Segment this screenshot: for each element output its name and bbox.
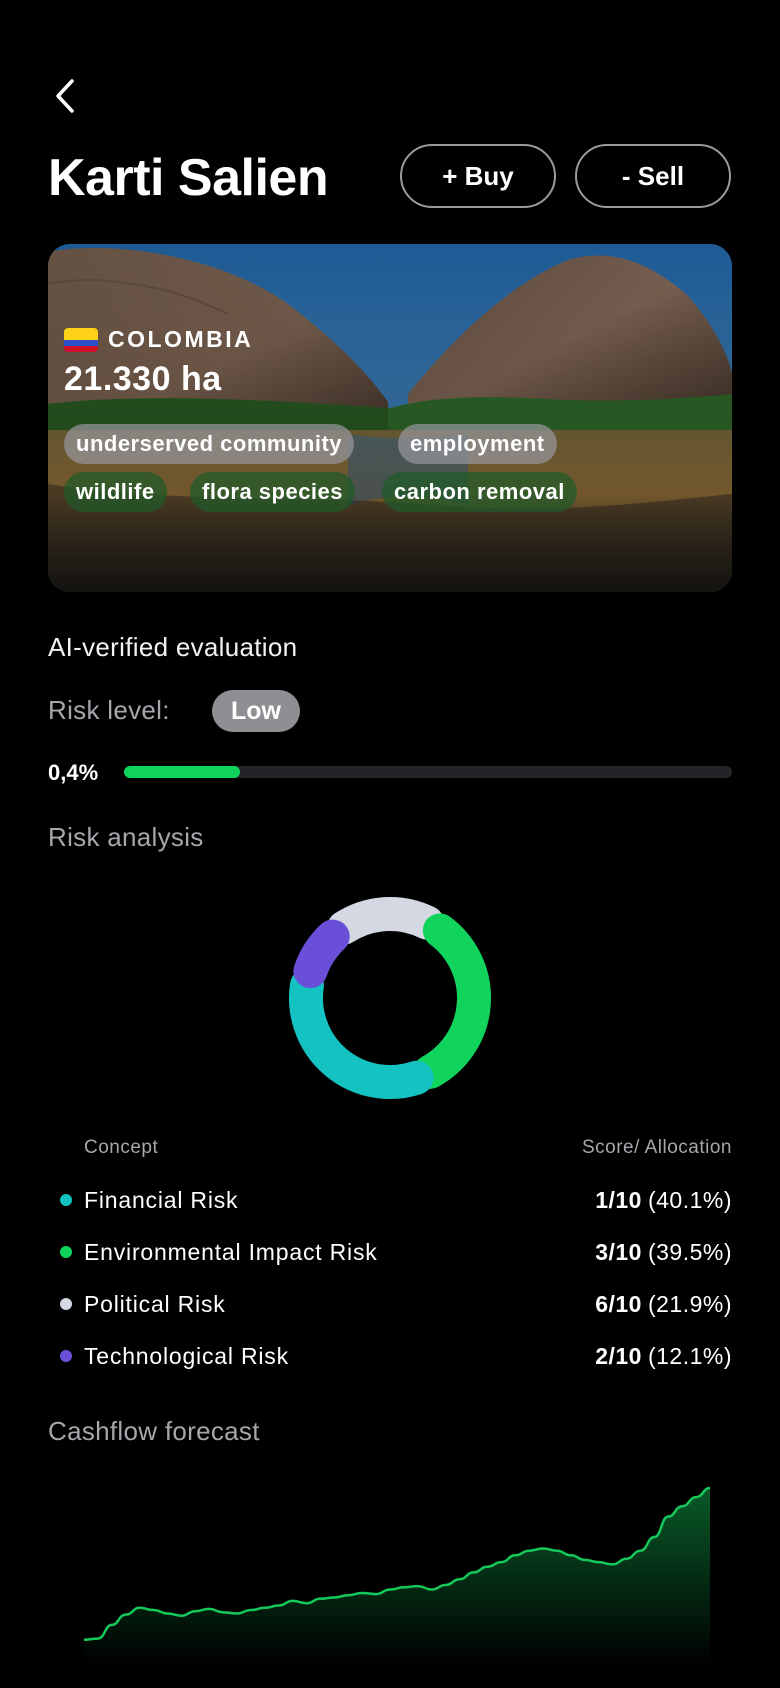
chevron-left-icon <box>56 79 74 113</box>
column-header-score: Score/ Allocation <box>581 1137 732 1158</box>
risk-percent: 0,4% <box>48 760 99 785</box>
tag-underserved-community: underserved community <box>64 424 355 464</box>
risk-analysis-heading: Risk analysis <box>48 822 204 852</box>
risk-name: Political Risk <box>84 1290 226 1317</box>
risk-score: 2/10 <box>595 1342 642 1369</box>
risk-level-badge: Low <box>212 690 300 732</box>
back-button[interactable] <box>48 76 82 116</box>
cashflow-area <box>84 1488 710 1665</box>
risk-row-environmental: Environmental Impact Risk 3/10 (39.5%) <box>60 1234 732 1270</box>
sell-button[interactable]: - Sell <box>575 144 731 208</box>
risk-name: Environmental Impact Risk <box>84 1238 378 1265</box>
column-header-concept: Concept <box>84 1137 159 1158</box>
donut-slice-environmental-impact-risk <box>412 913 491 1089</box>
risk-level-label: Risk level: <box>48 695 170 725</box>
buy-button[interactable]: + Buy <box>400 144 556 208</box>
legend-dot <box>60 1350 72 1362</box>
risk-allocation: (40.1%) <box>647 1186 732 1213</box>
risk-row-financial: Financial Risk 1/10 (40.1%) <box>60 1182 732 1218</box>
evaluation-heading: AI-verified evaluation <box>48 632 298 662</box>
country-label: COLOMBIA <box>64 326 253 353</box>
project-hero-card[interactable]: COLOMBIA 21.330 ha underserved community… <box>48 244 732 592</box>
tag-flora-species: flora species <box>190 472 356 512</box>
project-detail-page: Karti Salien + Buy - Sell COLOMBIA 21.33… <box>0 0 780 1688</box>
risk-score: 3/10 <box>595 1238 642 1265</box>
cashflow-heading: Cashflow forecast <box>48 1416 260 1446</box>
risk-allocation: (39.5%) <box>647 1238 732 1265</box>
tag-carbon-removal: carbon removal <box>382 472 577 512</box>
donut-slice-political-risk <box>327 897 445 945</box>
legend-dot <box>60 1194 72 1206</box>
risk-allocation: (12.1%) <box>647 1342 732 1369</box>
donut-slice-financial-risk <box>289 968 434 1099</box>
page-title: Karti Salien <box>48 149 329 207</box>
risk-progress-fill <box>124 766 240 778</box>
tag-wildlife: wildlife <box>64 472 167 512</box>
risk-row-political: Political Risk 6/10 (21.9%) <box>60 1286 732 1322</box>
legend-dot <box>60 1298 72 1310</box>
colombia-flag-icon <box>64 327 98 352</box>
risk-name: Financial Risk <box>84 1186 239 1213</box>
risk-donut-chart <box>289 897 491 1099</box>
tag-employment: employment <box>398 424 557 464</box>
risk-name: Technological Risk <box>84 1342 289 1369</box>
risk-score: 1/10 <box>595 1186 642 1213</box>
landscape-image <box>48 244 732 592</box>
project-area: 21.330 ha <box>64 360 222 398</box>
risk-row-technological: Technological Risk 2/10 (12.1%) <box>60 1338 732 1374</box>
risk-progress-bar <box>124 766 732 778</box>
cashflow-chart <box>83 1486 711 1665</box>
donut-slice-technological-risk <box>293 919 350 989</box>
country-name: COLOMBIA <box>108 326 254 352</box>
risk-allocation: (21.9%) <box>647 1290 732 1317</box>
legend-dot <box>60 1246 72 1258</box>
risk-score: 6/10 <box>595 1290 642 1317</box>
